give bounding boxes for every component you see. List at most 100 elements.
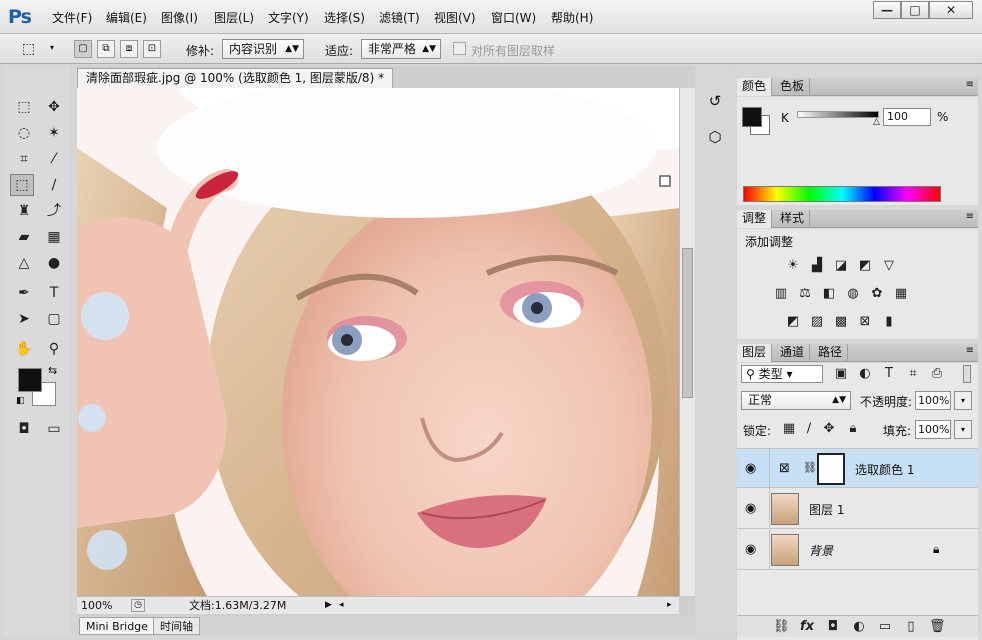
- patch-mode-select[interactable]: 内容识别 ▲▼: [222, 39, 304, 59]
- blend-mode-select[interactable]: 正常 ▲▼: [741, 391, 851, 410]
- 3d-panel-icon[interactable]: ⬡: [705, 128, 725, 148]
- adapt-select[interactable]: 非常严格 ▲▼: [361, 39, 441, 59]
- lock-image-icon[interactable]: ∕: [801, 422, 817, 436]
- shape-tool-icon[interactable]: ▢: [42, 308, 66, 330]
- panel-menu-icon[interactable]: ≡: [966, 211, 974, 222]
- tool-preset-arrow-icon[interactable]: ▾: [50, 43, 54, 52]
- lasso-tool-icon[interactable]: ◌: [12, 122, 36, 144]
- new-group-icon[interactable]: ▭: [877, 620, 893, 634]
- eraser-tool-icon[interactable]: ▰: [12, 226, 36, 248]
- link-layers-icon[interactable]: ⛓: [773, 620, 790, 634]
- filter-adjust-icon[interactable]: ◐: [857, 367, 873, 381]
- brush-tool-icon[interactable]: ∕: [42, 174, 66, 196]
- menu-image[interactable]: 图像(I): [161, 9, 198, 26]
- filter-shape-icon[interactable]: ⌗: [905, 367, 921, 381]
- vibrance-icon[interactable]: ▽: [881, 259, 897, 273]
- menu-select[interactable]: 选择(S): [324, 9, 365, 26]
- menu-file[interactable]: 文件(F): [52, 9, 92, 26]
- tab-paths[interactable]: 路径: [813, 344, 849, 362]
- default-colors-icon[interactable]: ◧: [16, 396, 25, 406]
- tab-styles[interactable]: 样式: [775, 210, 811, 228]
- visibility-eye-icon[interactable]: ◉: [745, 461, 756, 476]
- menu-help[interactable]: 帮助(H): [551, 9, 593, 26]
- brightness-icon[interactable]: ☀: [785, 259, 801, 273]
- foreground-color-swatch[interactable]: [742, 107, 762, 127]
- photo-filter-icon[interactable]: ◍: [845, 287, 861, 301]
- new-adjustment-icon[interactable]: ◐: [851, 620, 867, 634]
- color-lookup-icon[interactable]: ▦: [893, 287, 909, 301]
- quick-mask-icon[interactable]: ◘: [12, 418, 36, 440]
- hscroll-left-icon[interactable]: ◂: [339, 597, 344, 614]
- filter-pixel-icon[interactable]: ▣: [833, 367, 849, 381]
- menu-layer[interactable]: 图层(L): [214, 9, 254, 26]
- slider-handle-icon[interactable]: △: [873, 117, 880, 127]
- eyedropper-tool-icon[interactable]: ⁄: [42, 148, 66, 170]
- layer-row[interactable]: ◉ 背景 🔒︎: [737, 530, 978, 570]
- new-layer-icon[interactable]: ▯: [903, 620, 919, 634]
- layer-mask-thumbnail[interactable]: [817, 453, 845, 485]
- menu-window[interactable]: 窗口(W): [491, 9, 536, 26]
- dodge-tool-icon[interactable]: ●: [42, 252, 66, 274]
- intersect-selection-icon[interactable]: ⊡: [143, 40, 161, 58]
- hand-tool-icon[interactable]: ✋: [12, 338, 36, 360]
- posterize-icon[interactable]: ▨: [809, 315, 825, 329]
- blur-tool-icon[interactable]: △: [12, 252, 36, 274]
- new-selection-icon[interactable]: ▢: [74, 40, 92, 58]
- tab-swatches[interactable]: 色板: [775, 78, 811, 96]
- tab-color[interactable]: 颜色: [737, 78, 773, 96]
- layer-row[interactable]: ◉ 图层 1: [737, 489, 978, 529]
- patch-tool-icon[interactable]: ⬚: [22, 41, 35, 57]
- invert-icon[interactable]: ◩: [785, 315, 801, 329]
- lock-transparent-icon[interactable]: ▦: [781, 422, 797, 436]
- lock-all-icon[interactable]: 🔒︎: [845, 422, 861, 436]
- fx-button[interactable]: fx: [799, 620, 815, 634]
- magic-wand-tool-icon[interactable]: ✶: [42, 122, 66, 144]
- scroll-thumb[interactable]: [682, 248, 693, 398]
- layer-thumbnail[interactable]: [771, 493, 799, 525]
- opacity-dropdown-icon[interactable]: ▾: [954, 391, 972, 410]
- document-tab[interactable]: 清除面部瑕疵.jpg @ 100% (选取颜色 1, 图层蒙版/8) * ×: [77, 68, 393, 103]
- maximize-button[interactable]: □: [901, 1, 929, 19]
- patch-tool-icon[interactable]: ⬚: [10, 174, 34, 196]
- type-tool-icon[interactable]: T: [42, 282, 66, 304]
- visibility-eye-icon[interactable]: ◉: [745, 501, 756, 516]
- k-slider[interactable]: [797, 111, 879, 118]
- black-white-icon[interactable]: ◧: [821, 287, 837, 301]
- status-menu-icon[interactable]: ◷: [131, 599, 145, 612]
- tab-adjustments[interactable]: 调整: [737, 210, 773, 228]
- path-select-tool-icon[interactable]: ➤: [12, 308, 36, 330]
- screen-mode-icon[interactable]: ▭: [42, 418, 66, 440]
- delete-layer-icon[interactable]: 🗑︎: [929, 620, 946, 634]
- lock-position-icon[interactable]: ✥: [821, 422, 837, 436]
- exposure-icon[interactable]: ◩: [857, 259, 873, 273]
- gradient-tool-icon[interactable]: ▦: [42, 226, 66, 248]
- menu-edit[interactable]: 编辑(E): [106, 9, 147, 26]
- channel-mixer-icon[interactable]: ✿: [869, 287, 885, 301]
- swap-colors-icon[interactable]: ⇆: [48, 364, 57, 377]
- curves-icon[interactable]: ◪: [833, 259, 849, 273]
- vertical-scrollbar[interactable]: [679, 88, 695, 596]
- history-panel-icon[interactable]: ↺: [705, 92, 725, 112]
- layer-row[interactable]: ◉ ⊠ ⛓ 选取颜色 1: [737, 448, 978, 489]
- crop-tool-icon[interactable]: ⌗: [12, 148, 36, 170]
- selective-color-icon[interactable]: ⊠: [857, 315, 873, 329]
- minimize-button[interactable]: —: [873, 1, 901, 19]
- fill-dropdown-icon[interactable]: ▾: [954, 420, 972, 439]
- clone-stamp-tool-icon[interactable]: ♜: [12, 200, 36, 222]
- opacity-input[interactable]: 100%: [915, 391, 951, 410]
- menu-view[interactable]: 视图(V): [434, 9, 476, 26]
- tab-timeline[interactable]: 时间轴: [153, 617, 200, 635]
- color-balance-icon[interactable]: ⚖: [797, 287, 813, 301]
- menu-filter[interactable]: 滤镜(T): [379, 9, 420, 26]
- hue-saturation-icon[interactable]: ▥: [773, 287, 789, 301]
- tab-channels[interactable]: 通道: [775, 344, 811, 362]
- subtract-selection-icon[interactable]: ⧈: [120, 40, 138, 58]
- pen-tool-icon[interactable]: ✒: [12, 282, 36, 304]
- filter-smart-icon[interactable]: ⎙: [929, 367, 945, 381]
- sample-all-checkbox[interactable]: [453, 42, 466, 55]
- levels-icon[interactable]: ▟: [809, 259, 825, 273]
- fill-input[interactable]: 100%: [915, 420, 951, 439]
- status-arrow-icon[interactable]: ▶: [325, 597, 332, 614]
- layer-thumbnail[interactable]: [771, 534, 799, 566]
- marquee-tool-icon[interactable]: ⬚: [12, 96, 36, 118]
